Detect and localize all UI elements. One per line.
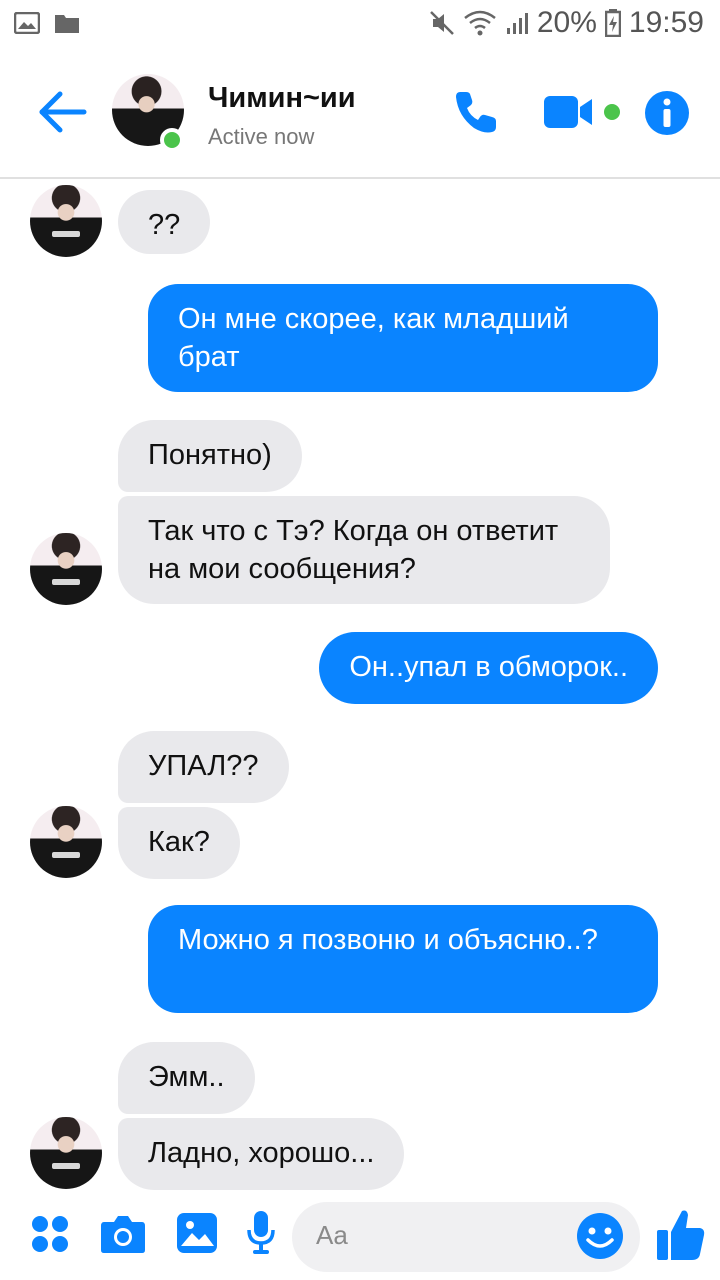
microphone-icon[interactable] [246, 1210, 276, 1256]
chat-header: Чимин~ии Active now [0, 52, 720, 179]
message-bubble-outgoing[interactable]: Он мне скорее, как младший брат [148, 284, 658, 392]
camera-icon[interactable] [100, 1214, 146, 1254]
message-bubble-incoming[interactable]: ?? [118, 190, 211, 254]
emoji-icon[interactable] [576, 1212, 624, 1260]
gallery-icon[interactable] [176, 1212, 218, 1254]
message-bubble-incoming[interactable]: Ладно, хорошо... [118, 1118, 405, 1190]
video-call-icon[interactable] [544, 94, 626, 134]
gallery-notification-icon [14, 12, 40, 34]
message-bubble-incoming[interactable]: Как? [118, 807, 240, 879]
message-composer: Aa [0, 1198, 720, 1280]
sender-avatar[interactable] [30, 806, 102, 878]
folder-notification-icon [55, 15, 79, 33]
message-input-placeholder: Aa [316, 1220, 348, 1250]
info-icon[interactable] [644, 90, 690, 136]
contact-status: Active now [208, 124, 315, 149]
message-bubble-incoming[interactable]: Так что с Тэ? Когда он ответит на мои со… [118, 496, 610, 604]
message-bubble-outgoing[interactable]: Он..упал в обморок.. [319, 632, 658, 704]
battery-icon [604, 9, 621, 37]
sender-avatar[interactable] [30, 185, 102, 257]
online-indicator [160, 128, 184, 152]
thumbs-up-like-icon[interactable] [656, 1208, 706, 1262]
battery-percent: 20% [536, 6, 597, 39]
phone-call-icon[interactable] [452, 88, 500, 136]
apps-grid-icon[interactable] [30, 1214, 70, 1254]
sender-avatar[interactable] [30, 533, 102, 605]
signal-icon [506, 13, 528, 34]
sender-avatar[interactable] [30, 1117, 102, 1189]
message-bubble-incoming[interactable]: Понятно) [118, 420, 302, 492]
status-bar: 20% 19:59 [0, 0, 720, 52]
contact-name[interactable]: Чимин~ии [208, 82, 356, 115]
mute-icon [429, 11, 454, 35]
message-bubble-incoming[interactable]: УПАЛ?? [118, 731, 289, 803]
clock: 19:59 [628, 6, 704, 39]
message-bubble-outgoing[interactable]: Можно я позвоню и объясню..? [148, 905, 658, 1013]
wifi-icon [464, 10, 496, 36]
back-arrow-icon[interactable] [36, 90, 88, 134]
message-bubble-incoming[interactable]: Эмм.. [118, 1042, 255, 1114]
